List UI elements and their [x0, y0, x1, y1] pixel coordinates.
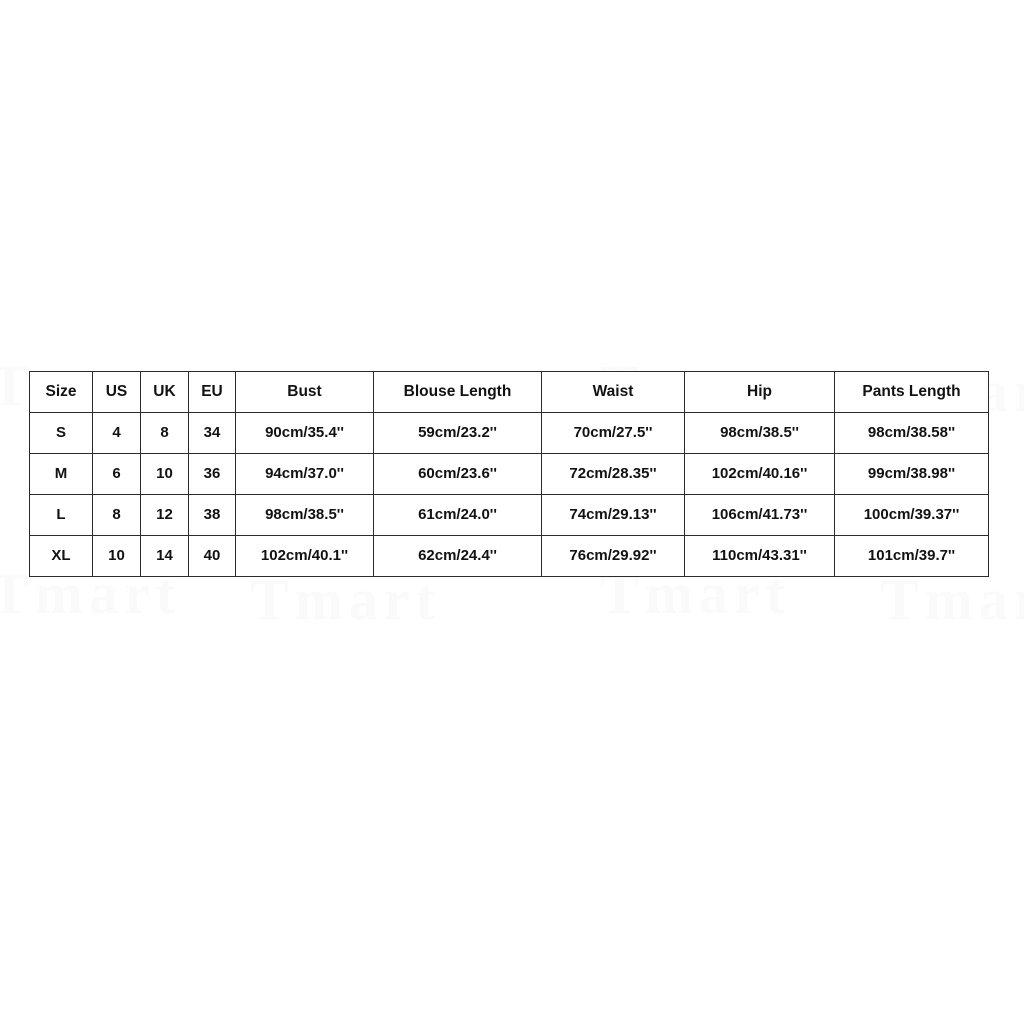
- size-chart-body: S 4 8 34 90cm/35.4'' 59cm/23.2'' 70cm/27…: [29, 412, 989, 577]
- cell-hip: 110cm/43.31'': [684, 535, 835, 577]
- cell-size: L: [29, 494, 93, 536]
- cell-hip: 98cm/38.5'': [684, 412, 835, 454]
- cell-hip: 106cm/41.73'': [684, 494, 835, 536]
- cell-us: 10: [92, 535, 141, 577]
- cell-bust: 90cm/35.4'': [235, 412, 374, 454]
- table-row: XL 10 14 40 102cm/40.1'' 62cm/24.4'' 76c…: [29, 535, 989, 577]
- cell-bust: 102cm/40.1'': [235, 535, 374, 577]
- column-header-uk: UK: [140, 371, 189, 413]
- cell-eu: 40: [188, 535, 236, 577]
- cell-us: 6: [92, 453, 141, 495]
- column-header-hip: Hip: [684, 371, 835, 413]
- table-row: L 8 12 38 98cm/38.5'' 61cm/24.0'' 74cm/2…: [29, 494, 989, 536]
- size-chart-header: Size US UK EU Bust Blouse Length Waist H…: [29, 371, 989, 413]
- cell-waist: 70cm/27.5'': [541, 412, 685, 454]
- column-header-pants-length: Pants Length: [834, 371, 989, 413]
- column-header-bust: Bust: [235, 371, 374, 413]
- column-header-waist: Waist: [541, 371, 685, 413]
- cell-blouse-length: 60cm/23.6'': [373, 453, 542, 495]
- cell-bust: 94cm/37.0'': [235, 453, 374, 495]
- table-row: S 4 8 34 90cm/35.4'' 59cm/23.2'' 70cm/27…: [29, 412, 989, 454]
- cell-bust: 98cm/38.5'': [235, 494, 374, 536]
- cell-uk: 12: [140, 494, 189, 536]
- cell-blouse-length: 61cm/24.0'': [373, 494, 542, 536]
- cell-uk: 14: [140, 535, 189, 577]
- cell-uk: 8: [140, 412, 189, 454]
- cell-eu: 34: [188, 412, 236, 454]
- cell-size: M: [29, 453, 93, 495]
- cell-blouse-length: 59cm/23.2'': [373, 412, 542, 454]
- cell-us: 4: [92, 412, 141, 454]
- cell-blouse-length: 62cm/24.4'': [373, 535, 542, 577]
- cell-pants-length: 100cm/39.37'': [834, 494, 989, 536]
- size-chart-container: Size US UK EU Bust Blouse Length Waist H…: [29, 371, 989, 577]
- cell-eu: 36: [188, 453, 236, 495]
- cell-waist: 72cm/28.35'': [541, 453, 685, 495]
- cell-eu: 38: [188, 494, 236, 536]
- column-header-size: Size: [29, 371, 93, 413]
- cell-size: S: [29, 412, 93, 454]
- cell-waist: 76cm/29.92'': [541, 535, 685, 577]
- cell-pants-length: 99cm/38.98'': [834, 453, 989, 495]
- cell-pants-length: 98cm/38.58'': [834, 412, 989, 454]
- column-header-blouse-length: Blouse Length: [373, 371, 542, 413]
- header-row: Size US UK EU Bust Blouse Length Waist H…: [29, 371, 989, 413]
- column-header-us: US: [92, 371, 141, 413]
- table-row: M 6 10 36 94cm/37.0'' 60cm/23.6'' 72cm/2…: [29, 453, 989, 495]
- size-chart-table: Size US UK EU Bust Blouse Length Waist H…: [29, 371, 989, 577]
- cell-hip: 102cm/40.16'': [684, 453, 835, 495]
- column-header-eu: EU: [188, 371, 236, 413]
- cell-uk: 10: [140, 453, 189, 495]
- cell-size: XL: [29, 535, 93, 577]
- cell-us: 8: [92, 494, 141, 536]
- cell-pants-length: 101cm/39.7'': [834, 535, 989, 577]
- cell-waist: 74cm/29.13'': [541, 494, 685, 536]
